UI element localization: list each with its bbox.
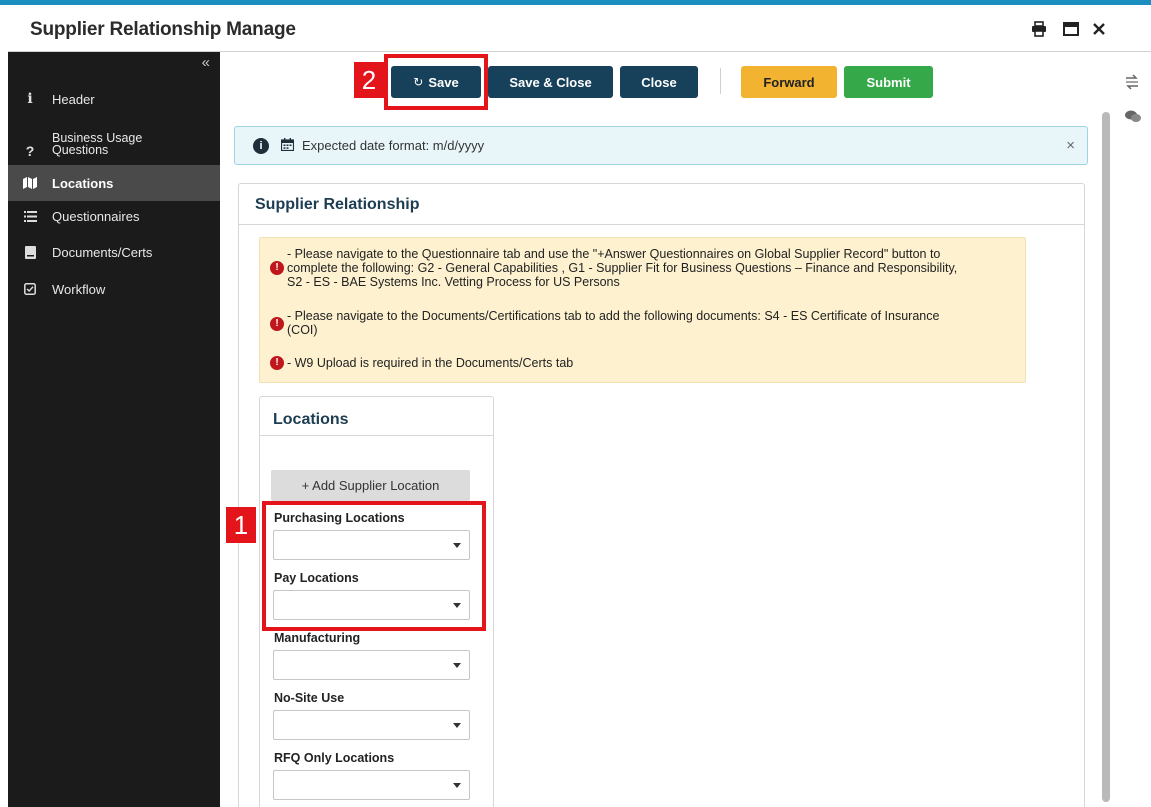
annotation-number-1: 1 bbox=[226, 507, 256, 543]
warning-text: - Please navigate to the Documents/Certi… bbox=[287, 309, 940, 323]
locations-title: Locations bbox=[273, 411, 349, 428]
sidebar-item-label: Header bbox=[52, 91, 95, 107]
top-accent-line bbox=[0, 0, 1151, 5]
sidebar-item-label: Locations bbox=[52, 175, 114, 191]
supplier-relationship-panel: Supplier Relationship - Please navigate … bbox=[238, 183, 1085, 807]
compare-icon[interactable] bbox=[1125, 74, 1139, 93]
caret-down-icon bbox=[453, 663, 461, 668]
warning-text: - Please navigate to the Questionnaire t… bbox=[287, 247, 941, 261]
dismiss-alert-icon[interactable]: × bbox=[1066, 137, 1075, 154]
main-content: ↻ Save Save & Close Close Forward Submit… bbox=[220, 52, 1098, 807]
info-icon: i bbox=[27, 91, 33, 107]
close-button[interactable]: Close bbox=[620, 66, 698, 98]
list-icon bbox=[8, 210, 52, 222]
window-title: Supplier Relationship Manage bbox=[30, 19, 296, 40]
date-format-text: Expected date format: m/d/yyyy bbox=[302, 138, 485, 153]
sidebar-item-questionnaires[interactable]: Questionnaires bbox=[8, 205, 220, 227]
sidebar-item-label: Questionnaires bbox=[52, 208, 140, 224]
info-circle-icon: i bbox=[253, 137, 269, 154]
sidebar: « i Header ? Business Usage Questions Lo… bbox=[8, 52, 220, 807]
question-icon: ? bbox=[25, 143, 35, 159]
annotation-box-2 bbox=[384, 54, 488, 110]
error-icon: ! bbox=[270, 261, 284, 275]
warning-text: (COI) bbox=[287, 323, 318, 337]
date-format-alert: i Expected date format: m/d/yyyy × bbox=[234, 126, 1088, 165]
warning-item: S2 - ES - BAE Systems Inc. Vetting Proce… bbox=[270, 275, 620, 289]
sidebar-item-documents-certs[interactable]: Documents/Certs bbox=[8, 241, 220, 263]
submit-button[interactable]: Submit bbox=[844, 66, 933, 98]
panel-divider bbox=[239, 224, 1084, 225]
warning-text: complete the following: G2 - General Cap… bbox=[287, 261, 958, 275]
print-icon[interactable] bbox=[1028, 18, 1050, 40]
toolbar-divider bbox=[720, 68, 721, 94]
caret-down-icon bbox=[453, 783, 461, 788]
sidebar-item-workflow[interactable]: Workflow bbox=[8, 278, 220, 300]
rfq-only-locations-select[interactable] bbox=[273, 770, 470, 800]
warning-text: - W9 Upload is required in the Documents… bbox=[287, 356, 574, 370]
add-supplier-location-button[interactable]: + Add Supplier Location bbox=[271, 470, 470, 501]
right-rail bbox=[1115, 52, 1151, 807]
validation-warnings: - Please navigate to the Questionnaire t… bbox=[259, 237, 1026, 383]
document-icon bbox=[8, 245, 52, 259]
sidebar-item-label: Documents/Certs bbox=[52, 244, 153, 260]
manufacturing-label: Manufacturing bbox=[274, 631, 361, 645]
rfq-only-locations-label: RFQ Only Locations bbox=[274, 751, 395, 765]
warning-item: ! - W9 Upload is required in the Documen… bbox=[270, 356, 573, 370]
sidebar-item-locations[interactable]: Locations bbox=[8, 165, 220, 201]
no-site-use-select[interactable] bbox=[273, 710, 470, 740]
check-square-icon bbox=[8, 283, 52, 295]
warning-text: S2 - ES - BAE Systems Inc. Vetting Proce… bbox=[287, 275, 620, 289]
window-maximize-icon[interactable] bbox=[1060, 18, 1082, 40]
manufacturing-select[interactable] bbox=[273, 650, 470, 680]
no-site-use-label: No-Site Use bbox=[274, 691, 345, 705]
scrollbar-thumb[interactable] bbox=[1102, 112, 1110, 802]
comments-icon[interactable] bbox=[1125, 110, 1141, 126]
sidebar-item-header[interactable]: i Header bbox=[8, 88, 220, 110]
save-and-close-button[interactable]: Save & Close bbox=[488, 66, 613, 98]
warning-item: ! complete the following: G2 - General C… bbox=[270, 261, 957, 275]
panel-title: Supplier Relationship bbox=[255, 196, 420, 213]
locations-divider bbox=[260, 435, 493, 436]
sidebar-item-label: Workflow bbox=[52, 281, 106, 297]
warning-item: ! (COI) bbox=[270, 317, 318, 337]
error-icon: ! bbox=[270, 317, 284, 331]
window-titlebar: Supplier Relationship Manage bbox=[8, 8, 1151, 52]
sidebar-item-label: Business Usage Questions bbox=[52, 131, 143, 157]
calendar-icon bbox=[280, 137, 295, 154]
caret-down-icon bbox=[453, 723, 461, 728]
collapse-sidebar-icon[interactable]: « bbox=[202, 54, 210, 71]
map-icon bbox=[8, 177, 52, 189]
close-icon[interactable] bbox=[1088, 18, 1110, 40]
annotation-number-2: 2 bbox=[354, 62, 384, 98]
warning-item: - Please navigate to the Questionnaire t… bbox=[270, 247, 940, 261]
annotation-box-1 bbox=[262, 501, 486, 631]
sidebar-item-business-usage-questions[interactable]: ? Business Usage Questions bbox=[8, 126, 220, 162]
vertical-scrollbar[interactable] bbox=[1100, 112, 1112, 802]
error-icon: ! bbox=[270, 356, 284, 370]
forward-button[interactable]: Forward bbox=[741, 66, 837, 98]
warning-item: - Please navigate to the Documents/Certi… bbox=[270, 309, 939, 323]
